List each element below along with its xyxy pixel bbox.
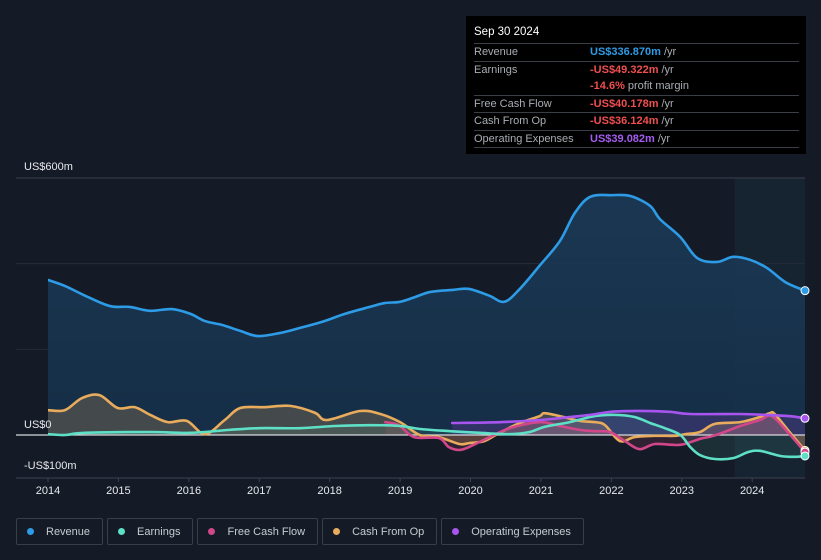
tooltip-date: Sep 30 2024 (474, 26, 540, 38)
legend-item-earnings[interactable]: Earnings (107, 518, 194, 545)
tooltip-row-unit: /yr (661, 63, 674, 76)
legend-dot-icon (208, 528, 216, 535)
tooltip-row-label: Free Cash Flow (474, 97, 552, 110)
x-tick-label: 2024 (740, 485, 764, 497)
tooltip-row-label (474, 78, 590, 95)
tooltip-row: Free Cash Flow -US$40.178m/yr (474, 94, 799, 113)
legend-label: Operating Expenses (471, 525, 571, 538)
y-tick-label: -US$100m (24, 460, 77, 472)
x-tick-label: 2023 (670, 485, 694, 497)
tooltip-rows: Revenue US$336.870m/yr Earnings -US$49.322m… (474, 43, 799, 148)
legend: Revenue Earnings Free Cash Flow Cash From O… (16, 518, 584, 545)
x-tick-label: 2015 (106, 485, 130, 497)
legend-item-free-cash-flow[interactable]: Free Cash Flow (197, 518, 319, 545)
tooltip-row: Revenue US$336.870m/yr (474, 43, 799, 61)
legend-label: Revenue (46, 525, 91, 538)
area-revenue (48, 194, 805, 435)
tooltip-row-label: Cash From Op (474, 115, 547, 127)
legend-dot-icon (27, 528, 34, 535)
legend-label: Earnings (137, 525, 181, 538)
legend-label: Free Cash Flow (227, 525, 306, 538)
tooltip-row-unit: /yr (661, 97, 674, 110)
y-tick-label: US$0 (24, 419, 52, 431)
x-axis-ticks: 2014 2015 2016 2017 2018 2019 2020 2021 2022 2023… (36, 478, 764, 497)
x-tick-label: 2020 (458, 485, 482, 497)
tooltip-row-label: Revenue (474, 46, 519, 58)
x-tick-label: 2018 (317, 485, 341, 497)
legend-label: Cash From Op (352, 525, 425, 538)
end-marker-revenue (800, 286, 810, 296)
tooltip-row-value: -US$49.322m (590, 63, 659, 76)
tooltip-row-unit: profit margin (627, 80, 689, 92)
legend-item-revenue[interactable]: Revenue (16, 518, 104, 545)
tooltip-row: Cash From Op -US$36.124m/yr (474, 112, 799, 130)
x-tick-label: 2017 (247, 485, 271, 497)
x-tick-label: 2014 (36, 485, 60, 497)
tooltip-row-label: Earnings (474, 63, 518, 76)
legend-item-cash-from-op[interactable]: Cash From Op (322, 518, 438, 545)
legend-item-operating-expenses[interactable]: Operating Expenses (441, 518, 584, 545)
legend-dot-icon (452, 528, 460, 535)
tooltip-row-value: US$336.870m (590, 46, 661, 58)
legend-dot-icon (118, 528, 126, 535)
tooltip-row-label: Operating Expenses (474, 132, 574, 145)
tooltip: Sep 30 2024 Revenue US$336.870m/yr Earning… (466, 16, 806, 154)
x-tick-label: 2016 (177, 485, 201, 497)
tooltip-row-value: -14.6% (590, 80, 625, 92)
tooltip-row: -14.6% profit margin (474, 78, 799, 95)
tooltip-row-unit: /yr (657, 132, 671, 145)
tooltip-row: Operating Expenses US$39.082m/yr (474, 129, 799, 148)
end-marker-operating-expenses (800, 413, 810, 423)
x-tick-label: 2021 (529, 485, 553, 497)
tooltip-row-unit: /yr (663, 46, 677, 58)
y-tick-label: US$600m (24, 161, 73, 173)
tooltip-row-unit: /yr (661, 115, 674, 127)
end-marker-earnings (800, 451, 810, 461)
tooltip-row-value: US$39.082m (590, 132, 655, 145)
tooltip-row-value: -US$36.124m (590, 115, 659, 127)
tooltip-row: Earnings -US$49.322m/yr (474, 60, 799, 79)
x-tick-label: 2022 (599, 485, 623, 497)
legend-dot-icon (333, 528, 341, 535)
tooltip-row-value: -US$40.178m (590, 97, 659, 110)
x-tick-label: 2019 (388, 485, 412, 497)
